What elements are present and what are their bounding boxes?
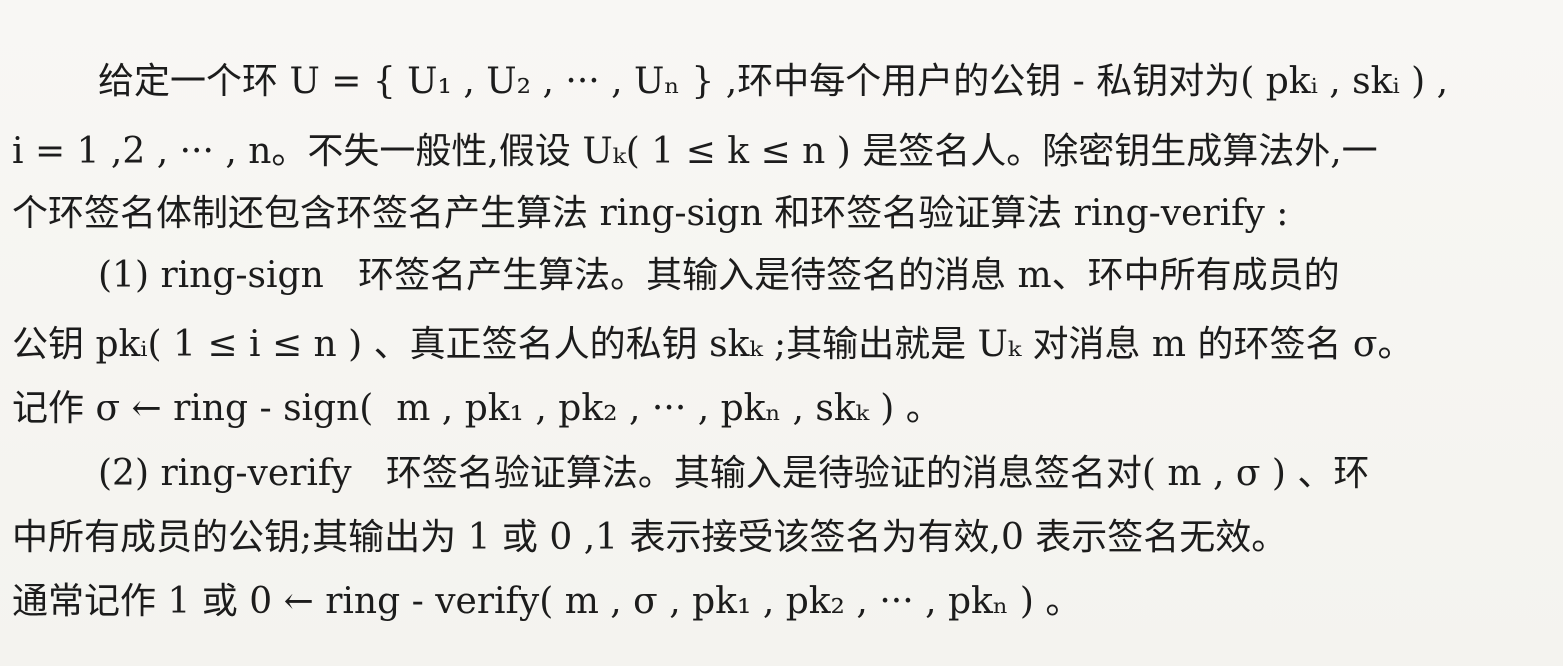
text-line-4: (1) ring-sign 环签名产生算法。其输入是待签名的消息 m、环中所有成… xyxy=(98,252,1563,300)
line-text: 中所有成员的公钥;其输出为 1 或 0 ,1 表示接受该签名为有效,0 表示签名… xyxy=(12,517,1288,558)
line-text: 公钥 pkᵢ( 1 ≤ i ≤ n ) 、真正签名人的私钥 skₖ ;其输出就是… xyxy=(12,324,1414,365)
text-line-7: (2) ring-verify 环签名验证算法。其输入是待验证的消息签名对( m… xyxy=(98,450,1563,498)
text-line-5: 公钥 pkᵢ( 1 ≤ i ≤ n ) 、真正签名人的私钥 skₖ ;其输出就是… xyxy=(12,321,1563,369)
line-text: i = 1 ,2 , ··· , n。不失一般性,假设 Uₖ( 1 ≤ k ≤ … xyxy=(12,131,1378,172)
line-text: (2) ring-verify 环签名验证算法。其输入是待验证的消息签名对( m… xyxy=(98,453,1370,494)
line-text: 个环签名体制还包含环签名产生算法 ring-sign 和环签名验证算法 ring… xyxy=(12,193,1289,234)
line-text: 通常记作 1 或 0 ← ring - verify( m , σ , pk₁ … xyxy=(12,581,1082,622)
line-text: (1) ring-sign 环签名产生算法。其输入是待签名的消息 m、环中所有成… xyxy=(98,255,1340,296)
text-line-9: 通常记作 1 或 0 ← ring - verify( m , σ , pk₁ … xyxy=(12,578,1563,626)
text-line-2: i = 1 ,2 , ··· , n。不失一般性,假设 Uₖ( 1 ≤ k ≤ … xyxy=(12,128,1563,176)
line-text: 记作 σ ← ring - sign( m , pk₁ , pk₂ , ··· … xyxy=(12,388,942,429)
line-text: 给定一个环 U = { U₁ , U₂ , ··· , Uₙ } ,环中每个用户… xyxy=(98,61,1449,102)
text-line-1: 给定一个环 U = { U₁ , U₂ , ··· , Uₙ } ,环中每个用户… xyxy=(98,58,1563,106)
scanned-page: 给定一个环 U = { U₁ , U₂ , ··· , Uₙ } ,环中每个用户… xyxy=(0,0,1563,666)
text-line-3: 个环签名体制还包含环签名产生算法 ring-sign 和环签名验证算法 ring… xyxy=(12,190,1563,238)
text-line-8: 中所有成员的公钥;其输出为 1 或 0 ,1 表示接受该签名为有效,0 表示签名… xyxy=(12,514,1563,562)
text-line-6: 记作 σ ← ring - sign( m , pk₁ , pk₂ , ··· … xyxy=(12,385,1563,433)
